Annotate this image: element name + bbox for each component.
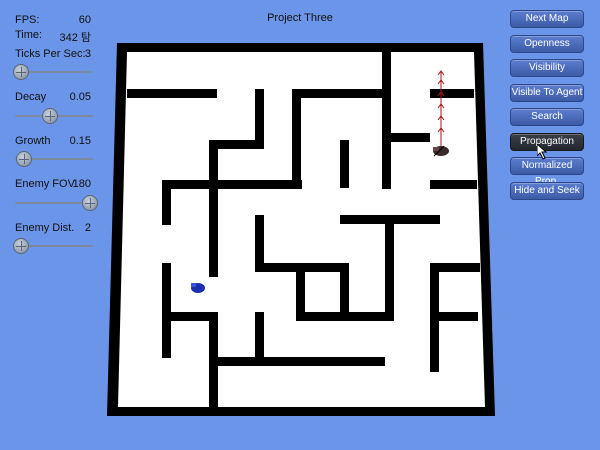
maze-view: [107, 43, 495, 416]
agent-icon: [191, 283, 205, 293]
cursor-icon: [537, 144, 548, 160]
enemy-icon: [433, 145, 449, 157]
maze-floor: [118, 52, 485, 407]
